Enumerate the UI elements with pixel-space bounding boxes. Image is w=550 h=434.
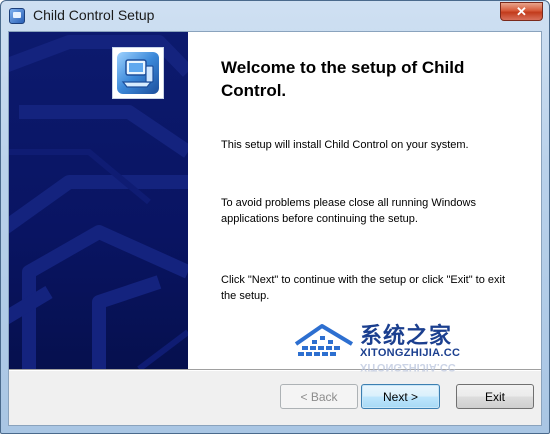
instruction-text: Click "Next" to continue with the setup …: [221, 274, 506, 302]
title-bar[interactable]: Child Control Setup ✕: [1, 1, 549, 31]
intro-text: This setup will install Child Control on…: [221, 139, 469, 151]
warning-text: To avoid problems please close all runni…: [221, 197, 476, 225]
watermark-house-icon: [294, 324, 354, 356]
page-title: Welcome to the setup of Child Control.: [221, 58, 465, 100]
setup-window: Child Control Setup ✕ Welcome to the set…: [0, 0, 550, 434]
watermark-brand: 系统之家: [360, 324, 453, 349]
site-watermark: 系统之家 XITONGZHIJIA.CC XITONGZHIJIA.CC: [292, 318, 492, 378]
close-button[interactable]: ✕: [500, 2, 543, 21]
side-banner: [9, 32, 188, 369]
close-icon: ✕: [516, 3, 527, 19]
wizard-body: Welcome to the setup of Child Control. T…: [8, 31, 542, 426]
window-title: Child Control Setup: [33, 7, 155, 23]
watermark-domain-reflection: XITONGZHIJIA.CC: [360, 361, 456, 373]
app-icon: [9, 8, 25, 24]
exit-button[interactable]: Exit: [456, 384, 534, 409]
next-button[interactable]: Next >: [361, 384, 440, 409]
product-logo: [112, 47, 164, 99]
computer-logo-icon: [117, 52, 159, 94]
watermark-domain: XITONGZHIJIA.CC: [360, 347, 461, 359]
back-button[interactable]: < Back: [280, 384, 358, 409]
